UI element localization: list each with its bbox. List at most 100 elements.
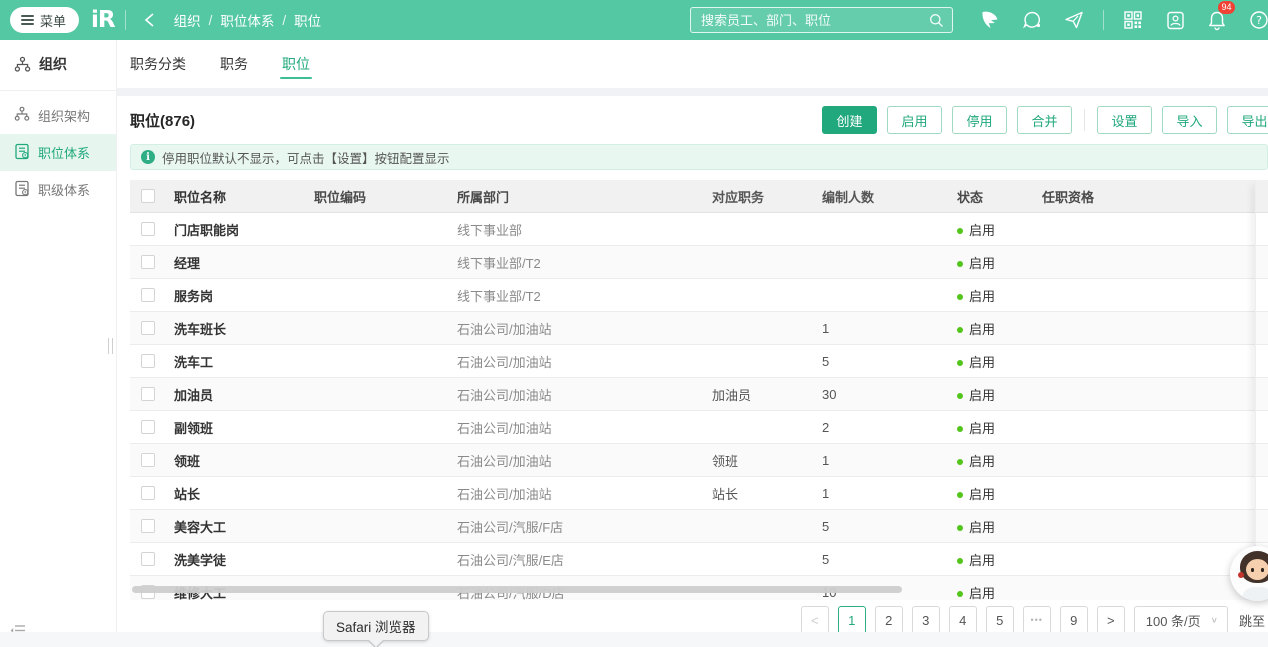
sidebar-resize-handle[interactable]	[108, 338, 113, 354]
status-dot-icon	[957, 426, 963, 432]
sidebar-item-position-system[interactable]: 职位体系	[0, 134, 116, 171]
page-button-3[interactable]: 3	[912, 606, 940, 634]
status-dot-icon	[957, 360, 963, 366]
row-checkbox[interactable]	[141, 387, 155, 401]
next-page-button[interactable]: >	[1097, 606, 1125, 634]
row-checkbox[interactable]	[141, 321, 155, 335]
header-divider	[1103, 10, 1104, 30]
row-checkbox[interactable]	[141, 486, 155, 500]
contacts-icon[interactable]	[1162, 7, 1188, 33]
row-checkbox[interactable]	[141, 552, 155, 566]
headcount-cell: 5	[820, 354, 955, 369]
search-input[interactable]	[701, 13, 929, 28]
table-row[interactable]: 洗车班长石油公司/加油站1启用	[130, 312, 1268, 345]
column-header: 任职资格	[1040, 187, 1255, 206]
tab-duty-category[interactable]: 职务分类	[130, 40, 186, 88]
status-badge: 启用	[969, 355, 995, 370]
svg-text:?: ?	[1256, 14, 1262, 27]
dingtalk-icon[interactable]	[977, 7, 1003, 33]
page-button-2[interactable]: 2	[875, 606, 903, 634]
table-row[interactable]: 洗美学徒石油公司/汽服/E店5启用	[130, 543, 1268, 576]
position-name-cell: 副领班	[172, 418, 312, 437]
help-icon[interactable]: ?	[1246, 7, 1268, 33]
back-button[interactable]	[140, 10, 160, 30]
sidebar-item-label: 职级体系	[38, 180, 90, 199]
status-badge: 启用	[969, 553, 995, 568]
position-name-cell: 站长	[172, 484, 312, 503]
position-name-cell: 美容大工	[172, 517, 312, 536]
row-checkbox[interactable]	[141, 453, 155, 467]
row-checkbox-cell	[130, 288, 172, 302]
table-row[interactable]: 领班石油公司/加油站领班1启用	[130, 444, 1268, 477]
page-size-value: 100 条/页	[1146, 611, 1201, 630]
table-row[interactable]: 美容大工石油公司/汽服/F店5启用	[130, 510, 1268, 543]
page-ellipsis[interactable]: •••	[1023, 606, 1051, 634]
status-cell: 启用	[955, 484, 1040, 503]
breadcrumb-separator: /	[209, 13, 213, 28]
content-panel: 职位(876) 创建启用停用合并设置导入导出 i 停用职位默认不显示，可点击【设…	[117, 96, 1268, 647]
merge-button[interactable]: 合并	[1017, 106, 1072, 134]
sidebar-item-icon	[14, 180, 30, 200]
status-dot-icon	[957, 591, 963, 597]
page-size-select[interactable]: 100 条/页∨	[1134, 606, 1228, 634]
table-row[interactable]: 服务岗线下事业部/T2启用	[130, 279, 1268, 312]
breadcrumb-separator: /	[282, 13, 286, 28]
row-checkbox[interactable]	[141, 519, 155, 533]
notifications-icon[interactable]: 94	[1204, 7, 1230, 33]
column-header: 编制人数	[820, 187, 955, 206]
chevron-left-icon	[144, 13, 155, 27]
table-row[interactable]: 经理线下事业部/T2启用	[130, 246, 1268, 279]
page-title: 职位(876)	[130, 110, 195, 131]
horizontal-scrollbar[interactable]	[132, 586, 902, 593]
breadcrumb-item[interactable]: 职位体系	[220, 10, 274, 30]
table-row[interactable]: 站长石油公司/加油站站长1启用	[130, 477, 1268, 510]
disable-button[interactable]: 停用	[952, 106, 1007, 134]
row-checkbox-cell	[130, 222, 172, 236]
page-button-9[interactable]: 9	[1060, 606, 1088, 634]
global-search[interactable]	[690, 7, 953, 33]
status-dot-icon	[957, 492, 963, 498]
enable-button[interactable]: 启用	[887, 106, 942, 134]
tab-duty[interactable]: 职务	[220, 40, 248, 88]
create-button[interactable]: 创建	[822, 106, 877, 134]
status-badge: 启用	[969, 388, 995, 403]
page-button-1[interactable]: 1	[838, 606, 866, 634]
settings-button[interactable]: 设置	[1097, 106, 1152, 134]
row-checkbox[interactable]	[141, 222, 155, 236]
send-icon[interactable]	[1061, 7, 1087, 33]
page-button-5[interactable]: 5	[986, 606, 1014, 634]
row-checkbox[interactable]	[141, 420, 155, 434]
page-button-4[interactable]: 4	[949, 606, 977, 634]
row-checkbox[interactable]	[141, 354, 155, 368]
table-row[interactable]: 洗车工石油公司/加油站5启用	[130, 345, 1268, 378]
row-checkbox-cell	[130, 519, 172, 533]
breadcrumb-item[interactable]: 职位	[294, 10, 321, 30]
breadcrumb-item[interactable]: 组织	[174, 10, 201, 30]
messages-icon[interactable]	[1019, 7, 1045, 33]
table-row[interactable]: 副领班石油公司/加油站2启用	[130, 411, 1268, 444]
headcount-cell: 1	[820, 321, 955, 336]
department-cell: 石油公司/加油站	[455, 484, 710, 503]
row-checkbox[interactable]	[141, 255, 155, 269]
sidebar-section-org[interactable]: 组织	[0, 40, 116, 88]
menu-button[interactable]: 菜单	[10, 7, 79, 33]
import-button[interactable]: 导入	[1162, 106, 1217, 134]
select-all-checkbox[interactable]	[141, 189, 155, 203]
sidebar-item-rank-system[interactable]: 职级体系	[0, 171, 116, 208]
sidebar-item-org-structure[interactable]: 组织架构	[0, 97, 116, 134]
table-row[interactable]: 加油员石油公司/加油站加油员30启用	[130, 378, 1268, 411]
export-button[interactable]: 导出	[1227, 106, 1268, 134]
column-header: 所属部门	[455, 187, 710, 206]
status-cell: 启用	[955, 583, 1040, 602]
tab-position[interactable]: 职位	[282, 40, 310, 88]
hamburger-icon	[21, 13, 34, 28]
table-row[interactable]: 门店职能岗线下事业部启用	[130, 213, 1268, 246]
app-logo: iR	[91, 7, 115, 33]
qr-code-icon[interactable]	[1120, 7, 1146, 33]
sidebar: 组织 组织架构职位体系职级体系	[0, 40, 117, 647]
prev-page-button[interactable]: <	[801, 606, 829, 634]
department-cell: 石油公司/加油站	[455, 319, 710, 338]
row-checkbox[interactable]	[141, 288, 155, 302]
department-cell: 石油公司/加油站	[455, 451, 710, 470]
headcount-cell: 30	[820, 387, 955, 402]
